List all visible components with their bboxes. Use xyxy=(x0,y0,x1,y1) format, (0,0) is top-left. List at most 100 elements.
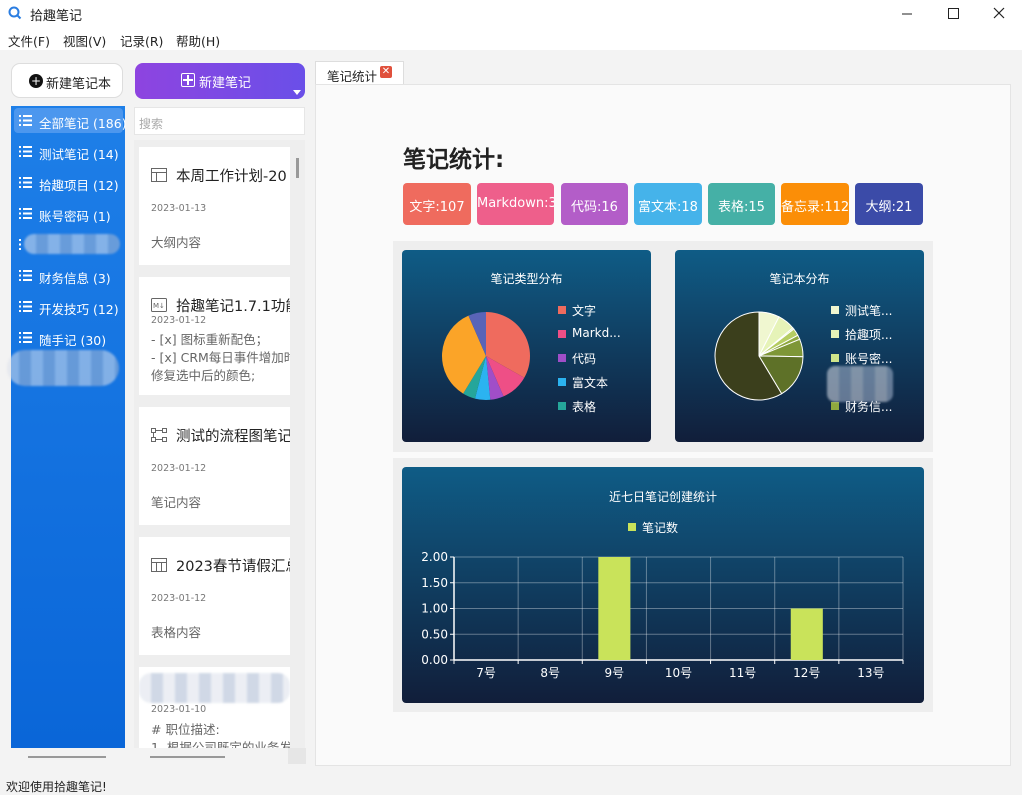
y-tick-label: 0.00 xyxy=(421,653,448,667)
flowchart-icon xyxy=(151,428,167,442)
tab-note-stats[interactable]: 笔记统计 ✕ xyxy=(315,61,404,84)
list-icon xyxy=(19,146,32,157)
new-note-button[interactable]: 新建笔记 xyxy=(135,63,305,99)
legend-swatch xyxy=(831,402,839,410)
sidebar-item-finance[interactable]: 财务信息 (3) xyxy=(14,263,123,288)
legend-swatch xyxy=(831,306,839,314)
note-card[interactable]: M↓ 拾趣笔记1.7.1功能 2023-01-12 - [x] 图标重新配色； … xyxy=(139,277,290,395)
note-preview-line: # 职位描述: xyxy=(151,722,220,737)
stat-chip-label: 富文本:18 xyxy=(638,200,698,215)
scroll-corner xyxy=(288,748,306,764)
legend-swatch xyxy=(558,330,566,338)
note-type-pie xyxy=(442,312,530,400)
maximize-button[interactable] xyxy=(930,0,976,28)
sidebar-item-label: 全部笔记 (186) xyxy=(39,116,127,131)
y-tick-label: 0.50 xyxy=(421,627,448,641)
menu-help[interactable]: 帮助(H) xyxy=(176,31,220,50)
legend-label: 富文本 xyxy=(572,376,609,390)
legend-swatch xyxy=(558,306,566,314)
status-bar: 欢迎使用拾趣笔记! xyxy=(0,776,1022,795)
redacted-item xyxy=(7,350,119,386)
close-button[interactable] xyxy=(976,0,1022,28)
x-tick-label: 10号 xyxy=(665,666,692,680)
stat-chip-memo: 备忘录:112 xyxy=(781,183,849,225)
redacted-label xyxy=(24,234,120,254)
sidebar-item-all[interactable]: 全部笔记 (186) xyxy=(14,108,127,133)
menu-record[interactable]: 记录(R) xyxy=(120,31,163,50)
stats-title: 笔记统计: xyxy=(403,147,505,173)
note-list-scrollbar[interactable] xyxy=(296,158,299,178)
stat-chip-label: 代码:16 xyxy=(571,200,618,215)
y-tick-label: 1.00 xyxy=(421,602,448,616)
sidebar-hscrollbar[interactable] xyxy=(28,756,106,758)
note-title: 本周工作计划-20 xyxy=(176,169,287,185)
weekly-bar-chart: 近七日笔记创建统计 笔记数 0.00 0.50 1.00 1.50 2.00 7号 8号 9号… xyxy=(402,467,924,703)
note-card[interactable]: 测试的流程图笔记 2023-01-12 笔记内容 xyxy=(139,407,290,525)
menu-bar: 文件(F) 视图(V) 记录(R) 帮助(H) xyxy=(0,28,1022,50)
sidebar-item-label: 测试笔记 (14) xyxy=(39,147,119,162)
sidebar-item-label: 开发技巧 (12) xyxy=(39,302,119,317)
list-icon xyxy=(19,115,32,126)
note-card[interactable]: 2023春节请假汇总 2023-01-12 表格内容 xyxy=(139,537,290,655)
stat-chip-text: 文字:107 xyxy=(403,183,471,225)
search-placeholder: 搜索 xyxy=(139,117,164,131)
redacted-title xyxy=(139,673,290,703)
close-icon xyxy=(993,7,1005,19)
new-notebook-button[interactable]: + 新建笔记本 xyxy=(11,63,123,98)
stat-chip-richtext: 富文本:18 xyxy=(634,183,702,225)
search-input[interactable]: 搜索 xyxy=(134,107,305,135)
new-note-label: 新建笔记 xyxy=(199,76,252,91)
note-type-chart: 笔记类型分布 文字 Markd... 代码 富文本 表格 xyxy=(402,250,651,442)
minimize-icon xyxy=(902,13,912,15)
note-preview: 大纲内容 xyxy=(151,235,202,250)
minimize-button[interactable] xyxy=(884,0,930,28)
stat-chip-label: 表格:15 xyxy=(718,200,765,215)
stat-chip-outline: 大纲:21 xyxy=(855,183,923,225)
note-list: 本周工作计划-20 2023-01-13 大纲内容 M↓ 拾趣笔记1.7.1功能… xyxy=(134,140,305,748)
legend-swatch xyxy=(558,402,566,410)
legend-label: 拾趣项... xyxy=(845,328,893,342)
note-preview-line: - [x] CRM每日事件增加时 xyxy=(151,350,290,365)
note-date: 2023-01-12 xyxy=(151,463,207,474)
note-preview: 表格内容 xyxy=(151,625,202,640)
window-title: 拾趣笔记 xyxy=(30,9,83,24)
stat-chip-code: 代码:16 xyxy=(561,183,628,225)
x-tick-label: 7号 xyxy=(476,666,496,680)
sidebar-item-project[interactable]: 拾趣项目 (12) xyxy=(14,170,123,195)
sidebar-item-redacted[interactable] xyxy=(14,232,123,257)
sidebar-item-password[interactable]: 账号密码 (1) xyxy=(14,201,123,226)
redacted-legend xyxy=(827,366,893,402)
notelist-hscrollbar[interactable] xyxy=(150,756,225,758)
menu-file[interactable]: 文件(F) xyxy=(8,31,50,50)
note-card[interactable]: 本周工作计划-20 2023-01-13 大纲内容 xyxy=(139,147,290,265)
bar-plot: 0.00 0.50 1.00 1.50 2.00 7号 8号 9号 10号 11号 12号 13号 xyxy=(421,550,904,680)
note-card[interactable]: 2023-01-10 # 职位描述: 1. 根据公司既定的业务发 xyxy=(139,667,290,748)
maximize-icon xyxy=(948,8,959,19)
title-bar: 拾趣笔记 xyxy=(0,0,1022,28)
app-logo-icon xyxy=(8,6,22,20)
note-preview-line: 1. 根据公司既定的业务发 xyxy=(151,740,290,748)
stat-chip-label: 备忘录:112 xyxy=(781,200,849,215)
list-icon xyxy=(19,270,32,281)
x-tick-label: 8号 xyxy=(540,666,560,680)
table-icon xyxy=(151,168,167,182)
sidebar-item-dev[interactable]: 开发技巧 (12) xyxy=(14,294,123,319)
bar[interactable] xyxy=(598,557,631,660)
table-icon xyxy=(151,558,167,572)
y-tick-label: 2.00 xyxy=(421,550,448,564)
notebook-sidebar: 全部笔记 (186) 测试笔记 (14) 拾趣项目 (12) 账号密码 (1) … xyxy=(7,106,127,748)
dropdown-caret-icon[interactable] xyxy=(293,90,301,95)
note-date: 2023-01-10 xyxy=(151,704,207,715)
menu-view[interactable]: 视图(V) xyxy=(63,31,106,50)
sidebar-item-jots[interactable]: 随手记 (30) xyxy=(14,325,123,350)
tab-close-icon[interactable]: ✕ xyxy=(380,66,392,78)
note-date: 2023-01-13 xyxy=(151,203,207,214)
stat-chip-label: 文字:107 xyxy=(409,200,465,215)
stat-chip-markdown: Markdown:33 xyxy=(477,183,554,225)
bar[interactable] xyxy=(790,608,823,661)
x-tick-label: 12号 xyxy=(793,666,820,680)
list-icon xyxy=(19,177,32,188)
new-notebook-label: 新建笔记本 xyxy=(46,77,112,92)
x-tick-label: 13号 xyxy=(857,666,884,680)
sidebar-item-test[interactable]: 测试笔记 (14) xyxy=(14,139,123,164)
